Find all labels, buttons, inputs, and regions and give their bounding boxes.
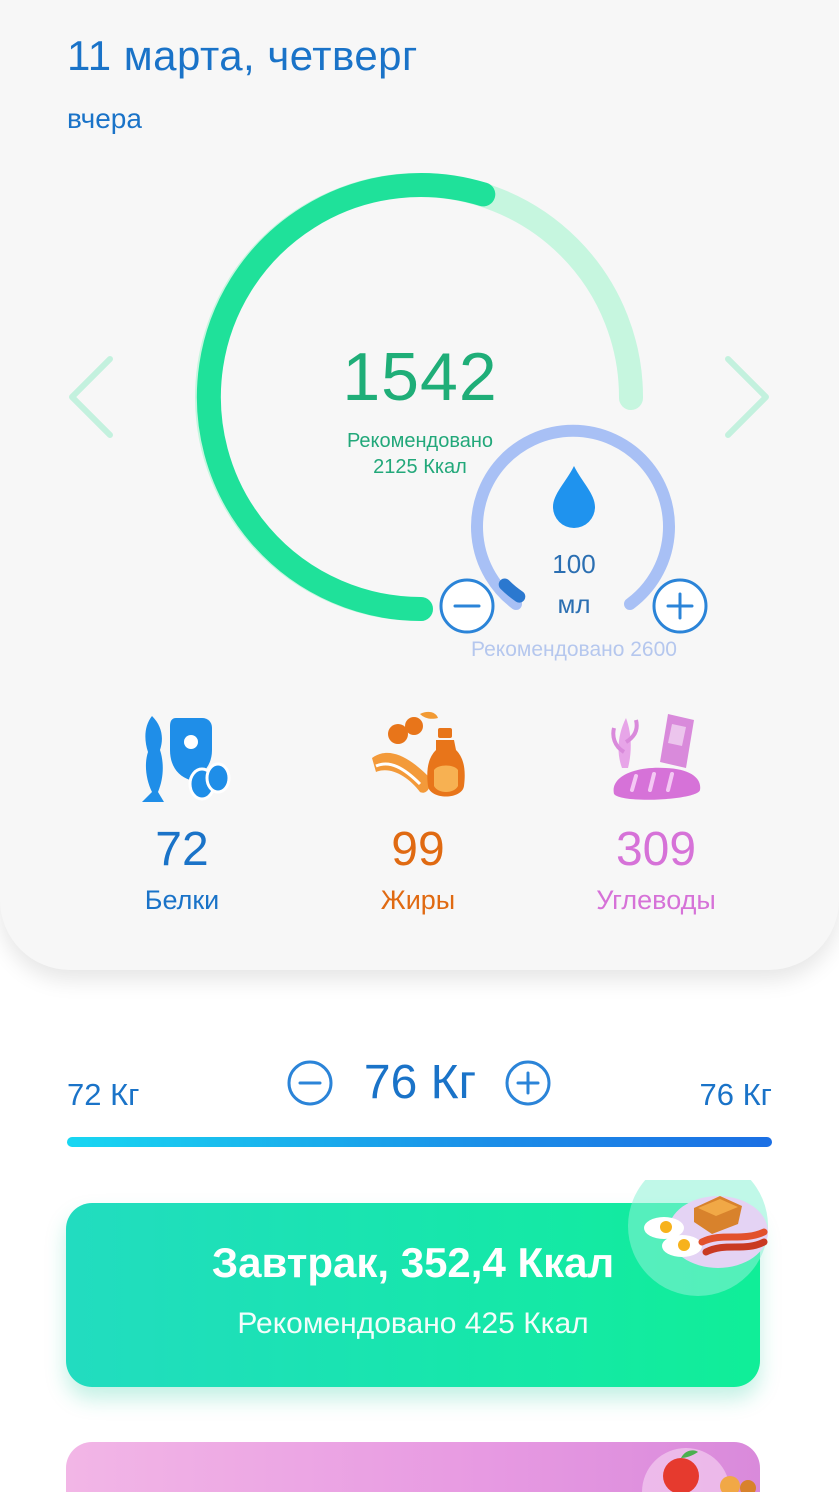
calories-recommended-value: 2125 Ккал xyxy=(373,456,467,478)
breakfast-plate-icon xyxy=(628,1180,768,1296)
breakfast-recommended: Рекомендовано 425 Ккал xyxy=(237,1307,589,1340)
water-plus-button[interactable] xyxy=(652,578,708,634)
protein-icon xyxy=(142,716,231,802)
weight-plus-button[interactable] xyxy=(504,1059,552,1107)
macro-fat[interactable]: 99 Жиры xyxy=(318,706,518,916)
calories-recommended: Рекомендовано 2125 Ккал xyxy=(320,428,520,480)
water-drop-icon xyxy=(553,466,595,528)
apple-plate-icon xyxy=(642,1448,756,1492)
weight-max: 76 Кг xyxy=(699,1077,772,1112)
screen: 11 марта, четверг вчера 1542 Рекомендова… xyxy=(0,0,839,1492)
weight-section: 72 Кг 76 Кг 76 Кг xyxy=(0,1045,839,1125)
weight-current: 76 Кг xyxy=(363,1056,477,1109)
fat-icon xyxy=(372,711,465,797)
daily-summary-card: 11 марта, четверг вчера 1542 Рекомендова… xyxy=(0,0,839,970)
weight-minus-button[interactable] xyxy=(286,1059,334,1107)
weight-min: 72 Кг xyxy=(67,1077,140,1112)
water-minus-button[interactable] xyxy=(439,578,495,634)
protein-label: Белки xyxy=(144,885,220,915)
calories-recommended-label: Рекомендовано xyxy=(346,430,494,452)
water-amount-unit: мл xyxy=(557,589,591,619)
carbs-value: 309 xyxy=(615,823,697,876)
protein-value: 72 xyxy=(155,823,209,876)
calories-value: 1542 xyxy=(342,339,498,415)
water-recommended: Рекомендовано 2600 xyxy=(471,638,677,661)
carbs-icon xyxy=(611,714,701,800)
water-amount: 100 мл xyxy=(524,544,624,624)
macro-carbs[interactable]: 309 Углеводы xyxy=(556,706,756,916)
water-amount-value: 100 xyxy=(552,549,596,579)
fat-value: 99 xyxy=(391,823,445,876)
fat-label: Жиры xyxy=(380,885,456,915)
macro-protein[interactable]: 72 Белки xyxy=(82,706,282,916)
carbs-label: Углеводы xyxy=(596,885,716,915)
weight-progress-bar xyxy=(67,1137,772,1147)
